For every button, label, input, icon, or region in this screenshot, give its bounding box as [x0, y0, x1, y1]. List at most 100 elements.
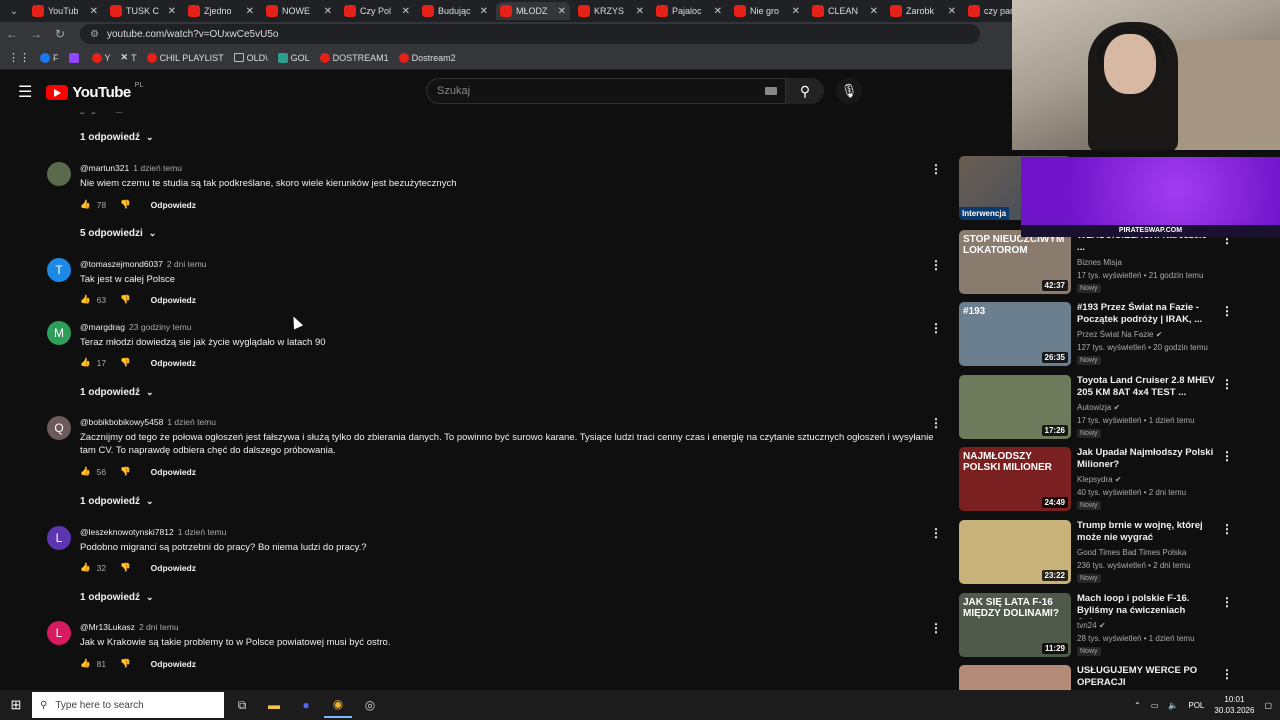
like-icon[interactable]: 👍: [80, 294, 91, 305]
reply-button[interactable]: Odpowiedz: [151, 467, 196, 477]
avatar[interactable]: Q: [47, 416, 71, 440]
close-tab-icon[interactable]: ✕: [324, 6, 332, 17]
video-thumbnail[interactable]: #193 26:35: [959, 302, 1071, 366]
video-card[interactable]: #193 26:35 #193 Przez Świat na Fazie - Poc…: [959, 302, 1279, 368]
close-tab-icon[interactable]: ✕: [402, 6, 410, 17]
video-title[interactable]: Trump brnie w wojnę, której może nie wyg…: [1077, 520, 1217, 544]
browser-tab[interactable]: Zjedno ✕: [184, 2, 258, 20]
reply-button[interactable]: Odpowiedz: [151, 358, 196, 368]
more-options-icon[interactable]: ⋮: [1221, 449, 1233, 463]
browser-tab[interactable]: Budując ✕: [418, 2, 492, 20]
language-indicator[interactable]: POL: [1188, 701, 1204, 710]
bookmark-facebook[interactable]: F: [40, 52, 59, 63]
dislike-icon[interactable]: 👎: [120, 658, 131, 669]
comment-time[interactable]: 1 dzień temu: [167, 417, 216, 427]
file-explorer-icon[interactable]: ▬: [260, 692, 288, 718]
like-icon[interactable]: 👍: [80, 562, 91, 573]
url-field[interactable]: ⚙ youtube.com/watch?v=OUxwCe5vU5o: [80, 24, 980, 44]
close-tab-icon[interactable]: ✕: [90, 6, 98, 17]
video-card[interactable]: 17:26 Toyota Land Cruiser 2.8 MHEV 205 KM…: [959, 375, 1279, 441]
dislike-icon[interactable]: 👎: [120, 357, 131, 368]
more-options-icon[interactable]: ⋮: [930, 526, 942, 540]
keyboard-icon[interactable]: [765, 87, 777, 95]
close-tab-icon[interactable]: ✕: [168, 6, 176, 17]
dislike-icon[interactable]: 👎: [120, 199, 131, 210]
reply-button[interactable]: Odpowiedz: [151, 295, 196, 305]
reply-button[interactable]: Odpowiedz: [151, 563, 196, 573]
comment-time[interactable]: 2 dni temu: [139, 622, 179, 632]
search-button[interactable]: ⚲: [786, 78, 824, 104]
apps-grid-icon[interactable]: ⋮⋮: [8, 51, 30, 64]
search-input[interactable]: Szukaj: [426, 78, 786, 104]
more-options-icon[interactable]: ⋮: [930, 416, 942, 430]
comment-author[interactable]: @tomaszejmond6037: [80, 259, 163, 269]
like-icon[interactable]: 👍: [80, 199, 91, 210]
comment-author[interactable]: @leszeknowotynski7812: [80, 527, 174, 537]
replies-toggle[interactable]: 1 odpowiedź ⌄: [80, 496, 154, 507]
like-icon[interactable]: 👍: [80, 466, 91, 477]
more-options-icon[interactable]: ⋮: [930, 321, 942, 335]
dislike-icon[interactable]: 👎: [120, 466, 131, 477]
bookmark-youtube[interactable]: Y: [91, 52, 111, 63]
network-icon[interactable]: ▭: [1151, 701, 1159, 710]
close-tab-icon[interactable]: ✕: [246, 6, 254, 17]
notifications-icon[interactable]: ▢: [1264, 701, 1272, 710]
dislike-icon[interactable]: 👎: [120, 562, 131, 573]
more-options-icon[interactable]: ⋮: [930, 162, 942, 176]
comment-author[interactable]: @bobikbobikowy5458: [80, 417, 163, 427]
show-hidden-icons[interactable]: ⌃: [1134, 701, 1141, 710]
video-thumbnail[interactable]: [959, 665, 1071, 690]
browser-tab[interactable]: Pajaloc ✕: [652, 2, 726, 20]
browser-tab[interactable]: CLEAN ✕: [808, 2, 882, 20]
video-thumbnail[interactable]: JAK SIĘ LATA F-16 MIĘDZY DOLINAMI? 11:29: [959, 593, 1071, 657]
site-info-icon[interactable]: ⚙: [90, 29, 99, 40]
tab-search-dropdown[interactable]: ⌄: [0, 0, 28, 22]
replies-toggle[interactable]: 5 odpowiedzi ⌄: [80, 228, 156, 239]
discord-icon[interactable]: ●: [292, 692, 320, 718]
browser-tab[interactable]: NOWE ✕: [262, 2, 336, 20]
bookmark-chil-playlist[interactable]: CHIL PLAYLIST: [146, 52, 224, 63]
comment-time[interactable]: 1 dzień temu: [133, 163, 182, 173]
dislike-icon[interactable]: 👎: [120, 294, 131, 305]
browser-tab[interactable]: KRZYS ✕: [574, 2, 648, 20]
comment-time[interactable]: 1 dzień temu: [178, 527, 227, 537]
more-options-icon[interactable]: ⋮: [1221, 522, 1233, 536]
forward-icon[interactable]: →: [24, 27, 48, 41]
avatar[interactable]: L: [47, 621, 71, 645]
reply-button[interactable]: Odpowiedz: [151, 200, 196, 210]
taskbar-search-input[interactable]: ⚲ Type here to search: [32, 692, 224, 718]
bookmark-x[interactable]: ✕ T: [121, 52, 137, 63]
bookmark-folder-old[interactable]: OLD\: [233, 53, 268, 63]
reload-icon[interactable]: ↻: [48, 27, 72, 41]
video-channel[interactable]: Autowizja ✔: [1077, 403, 1120, 412]
video-thumbnail[interactable]: NAJMŁODSZY POLSKI MILIONER 24:49: [959, 447, 1071, 511]
video-title[interactable]: Toyota Land Cruiser 2.8 MHEV 205 KM 8AT …: [1077, 375, 1217, 399]
video-card[interactable]: STOP NIEUCZCIWYM LOKATOROM42:37WŁAŚCICIE…: [959, 230, 1279, 296]
like-icon[interactable]: 👍: [80, 357, 91, 368]
video-channel[interactable]: tvn24 ✔: [1077, 621, 1106, 630]
avatar[interactable]: L: [47, 526, 71, 550]
browser-tab[interactable]: TUSK C ✕: [106, 2, 180, 20]
like-icon[interactable]: 👍: [80, 658, 91, 669]
replies-toggle[interactable]: 1 odpowiedź ⌄: [80, 387, 154, 398]
video-title[interactable]: USŁUGUJEMY WERCE PO OPERACJI: [1077, 665, 1217, 689]
more-options-icon[interactable]: ⋮: [930, 621, 942, 635]
video-title[interactable]: Jak Upadał Najmłodszy Polski Milioner?: [1077, 447, 1217, 471]
clock[interactable]: 10:01 30.03.2026: [1214, 694, 1254, 716]
comment-time[interactable]: 23 godziny temu: [129, 322, 191, 332]
video-title[interactable]: #193 Przez Świat na Fazie - Początek pod…: [1077, 302, 1217, 326]
video-card[interactable]: 23:22 Trump brnie w wojnę, której może ni…: [959, 520, 1279, 586]
video-card[interactable]: JAK SIĘ LATA F-16 MIĘDZY DOLINAMI? 11:29 M…: [959, 593, 1279, 659]
video-thumbnail[interactable]: 23:22: [959, 520, 1071, 584]
comment-author[interactable]: @Mr13Lukasz: [80, 622, 135, 632]
avatar[interactable]: M: [47, 321, 71, 345]
bookmark-dostream2[interactable]: Dostream2: [398, 52, 456, 63]
video-channel[interactable]: Good Times Bad Times Polska: [1077, 548, 1186, 557]
video-channel[interactable]: Biznes Misja: [1077, 258, 1122, 267]
browser-tab[interactable]: Czy Pol ✕: [340, 2, 414, 20]
youtube-logo[interactable]: YouTube PL: [46, 82, 143, 101]
close-tab-icon[interactable]: ✕: [948, 6, 956, 17]
video-thumbnail[interactable]: 17:26: [959, 375, 1071, 439]
more-options-icon[interactable]: ⋮: [930, 258, 942, 272]
menu-icon[interactable]: ☰: [18, 82, 32, 102]
